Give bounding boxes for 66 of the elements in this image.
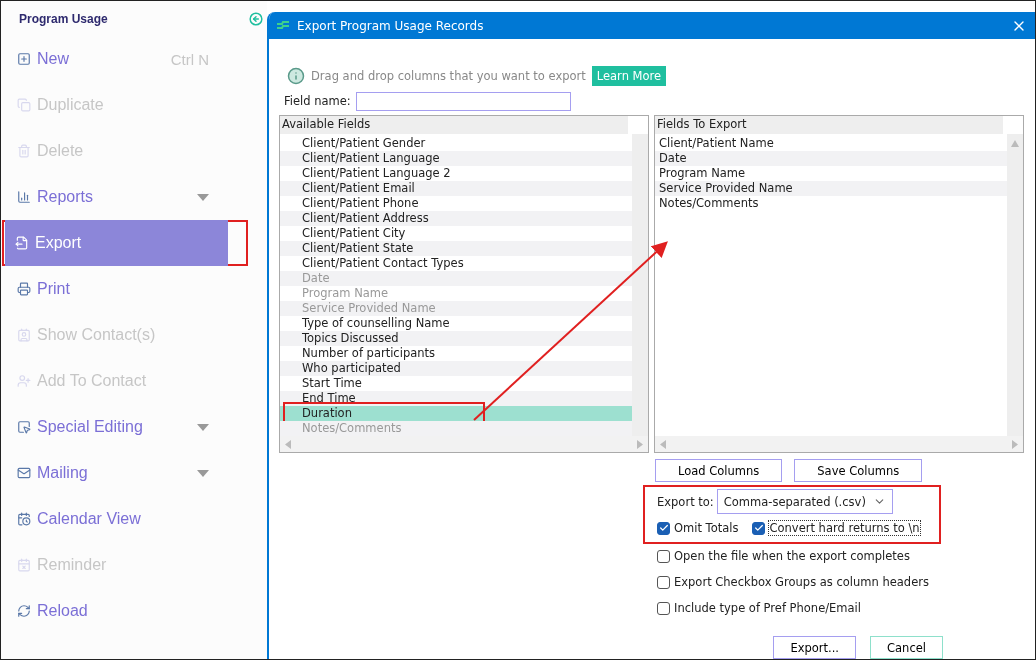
checkbox[interactable] xyxy=(657,601,670,615)
collapse-icon[interactable] xyxy=(249,12,263,26)
dropdown-caret-icon[interactable] xyxy=(197,423,209,431)
column-header: Available Fields xyxy=(280,116,628,134)
checkbox-option[interactable]: Export Checkbox Groups as column headers xyxy=(657,572,941,592)
vertical-scrollbar[interactable] xyxy=(1007,134,1023,436)
plus-square-icon xyxy=(17,52,31,66)
sidebar-item[interactable]: Print xyxy=(3,271,217,307)
printer-icon xyxy=(17,282,31,296)
checkbox[interactable] xyxy=(752,521,766,535)
sidebar-item[interactable]: Reload xyxy=(3,593,217,629)
scroll-up-icon[interactable] xyxy=(1011,138,1019,147)
scroll-right-icon[interactable] xyxy=(1011,439,1019,449)
scroll-left-icon[interactable] xyxy=(284,439,292,449)
mail-icon xyxy=(17,466,31,480)
calendar-icon xyxy=(17,558,31,572)
copy-icon xyxy=(17,98,31,112)
load-columns-button[interactable]: Load Columns xyxy=(655,459,783,482)
trash-icon xyxy=(17,144,31,158)
field-row[interactable]: Client/Patient Language xyxy=(280,151,632,166)
checkbox-option[interactable]: Include type of Pref Phone/Email xyxy=(657,598,941,618)
app-logo-icon xyxy=(277,21,289,30)
sidebar-title: Program Usage xyxy=(19,12,108,26)
field-row[interactable]: Client/Patient Email xyxy=(280,181,632,196)
field-name-label: Field name: xyxy=(284,94,351,108)
column-header: Fields To Export xyxy=(655,116,1003,134)
horizontal-scrollbar[interactable] xyxy=(280,436,648,452)
save-columns-button[interactable]: Save Columns xyxy=(794,459,923,482)
checkbox[interactable] xyxy=(657,549,670,563)
field-row[interactable]: Service Provided Name xyxy=(655,181,1007,196)
refresh-icon xyxy=(17,604,31,618)
info-icon xyxy=(287,67,305,85)
calendar-clock-icon xyxy=(17,512,31,526)
sidebar-item[interactable]: Calendar View xyxy=(3,501,217,537)
checkbox[interactable] xyxy=(657,521,670,535)
export-to-label: Export to: xyxy=(657,494,714,509)
field-row[interactable]: Date xyxy=(655,151,1007,166)
cancel-button[interactable]: Cancel xyxy=(870,636,943,659)
checkbox[interactable] xyxy=(657,575,670,589)
sidebar-item[interactable]: Mailing xyxy=(3,455,217,491)
field-name-input[interactable] xyxy=(355,91,571,111)
checkbox-option[interactable]: Open the file when the export completes xyxy=(657,546,941,566)
info-text: Drag and drop columns that you want to export xyxy=(311,69,586,83)
bar-chart-icon xyxy=(17,190,31,204)
pointer-square-icon xyxy=(17,420,31,434)
scroll-left-icon[interactable] xyxy=(659,439,667,449)
checkbox-option[interactable]: Omit Totals xyxy=(657,518,739,538)
sidebar-item[interactable]: Special Editing xyxy=(3,409,217,445)
vertical-scrollbar[interactable] xyxy=(632,134,648,436)
format-dropdown[interactable]: Comma-separated (.csv) xyxy=(716,489,893,514)
dropdown-caret-icon[interactable] xyxy=(197,469,209,477)
user-plus-icon xyxy=(17,374,31,388)
checkbox-option[interactable]: Convert hard returns to \n xyxy=(752,518,920,538)
field-row[interactable]: Client/Patient State xyxy=(280,241,632,256)
field-row[interactable]: End Time xyxy=(280,391,632,406)
field-row[interactable]: Who participated xyxy=(280,361,632,376)
file-arrow-icon xyxy=(15,236,29,250)
dropdown-caret-icon[interactable] xyxy=(197,193,209,201)
export-button[interactable]: Export... xyxy=(773,636,857,659)
sidebar-item[interactable]: Reports xyxy=(3,179,217,215)
horizontal-scrollbar[interactable] xyxy=(655,436,1023,452)
field-row[interactable]: Topics Discussed xyxy=(280,331,632,346)
dialog-title: Export Program Usage Records xyxy=(297,18,485,33)
contact-card-icon xyxy=(17,328,31,342)
field-row[interactable]: Client/Patient Address xyxy=(280,211,632,226)
scroll-right-icon[interactable] xyxy=(636,439,644,449)
